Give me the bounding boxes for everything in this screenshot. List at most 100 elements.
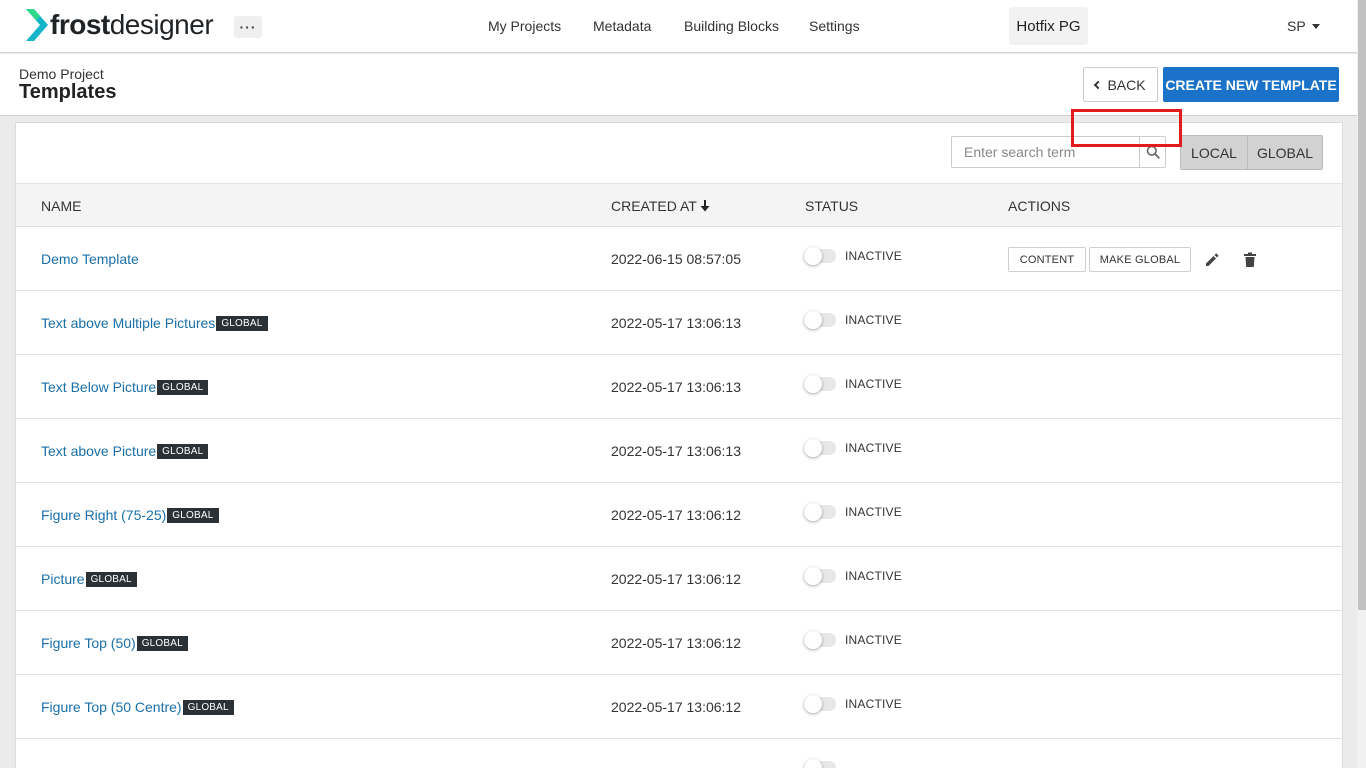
status-label: INACTIVE bbox=[845, 569, 902, 583]
table-row-partial bbox=[16, 739, 1342, 768]
created-at-cell: 2022-05-17 13:06:12 bbox=[611, 699, 741, 715]
column-header-actions: ACTIONS bbox=[1008, 198, 1071, 214]
status-toggle[interactable] bbox=[804, 695, 836, 713]
scrollbar-thumb[interactable] bbox=[1358, 0, 1366, 610]
sort-descending-icon bbox=[700, 200, 710, 212]
content-button[interactable]: CONTENT bbox=[1008, 247, 1086, 272]
table-header: NAME CREATED AT STATUS ACTIONS bbox=[16, 183, 1342, 227]
status-cell bbox=[804, 759, 836, 768]
template-name-link[interactable]: Text Below Picture bbox=[41, 379, 156, 395]
back-button[interactable]: BACK bbox=[1083, 67, 1158, 102]
status-cell: INACTIVE bbox=[804, 567, 902, 585]
user-menu[interactable]: SP bbox=[1287, 18, 1320, 34]
template-name-link[interactable]: Picture bbox=[41, 571, 85, 587]
column-header-created-at[interactable]: CREATED AT bbox=[611, 198, 710, 214]
create-new-template-button[interactable]: CREATE NEW TEMPLATE bbox=[1163, 67, 1339, 102]
nav-item-my-projects[interactable]: My Projects bbox=[488, 18, 561, 34]
status-label: INACTIVE bbox=[845, 441, 902, 455]
status-cell: INACTIVE bbox=[804, 375, 902, 393]
status-toggle[interactable] bbox=[804, 375, 836, 393]
status-label: INACTIVE bbox=[845, 633, 902, 647]
status-label: INACTIVE bbox=[845, 377, 902, 391]
global-badge: GLOBAL bbox=[157, 379, 209, 395]
created-at-cell: 2022-05-17 13:06:13 bbox=[611, 443, 741, 459]
status-cell: INACTIVE bbox=[804, 631, 902, 649]
template-name-link[interactable]: Text above Multiple Pictures bbox=[41, 315, 215, 331]
status-label: INACTIVE bbox=[845, 313, 902, 327]
status-toggle[interactable] bbox=[804, 631, 836, 649]
template-name-link[interactable]: Text above Picture bbox=[41, 443, 156, 459]
column-header-name[interactable]: NAME bbox=[41, 198, 81, 214]
status-toggle[interactable] bbox=[804, 759, 836, 768]
status-toggle[interactable] bbox=[804, 567, 836, 585]
status-label: INACTIVE bbox=[845, 697, 902, 711]
user-initials: SP bbox=[1287, 18, 1306, 34]
page-title: Templates bbox=[19, 81, 117, 103]
table-row: Figure Top (50) GLOBAL 2022-05-17 13:06:… bbox=[16, 611, 1342, 675]
created-at-cell: 2022-05-17 13:06:13 bbox=[611, 315, 741, 331]
table-row: Picture GLOBAL 2022-05-17 13:06:12 INACT… bbox=[16, 547, 1342, 611]
nav-item-metadata[interactable]: Metadata bbox=[593, 18, 651, 34]
global-badge: GLOBAL bbox=[85, 571, 137, 587]
breadcrumb[interactable]: Demo Project bbox=[19, 66, 104, 82]
status-cell: INACTIVE bbox=[804, 439, 902, 457]
template-name-cell: Figure Top (50 Centre) GLOBAL bbox=[41, 699, 234, 715]
created-at-cell: 2022-05-17 13:06:12 bbox=[611, 635, 741, 651]
status-cell: INACTIVE bbox=[804, 311, 902, 329]
logo-wordmark: frostdesigner bbox=[50, 9, 214, 40]
template-name-cell: Figure Top (50) GLOBAL bbox=[41, 635, 188, 651]
caret-down-icon bbox=[1311, 23, 1320, 29]
status-cell: INACTIVE bbox=[804, 695, 902, 713]
back-button-label: BACK bbox=[1107, 76, 1146, 93]
template-name-cell: Figure Right (75-25) GLOBAL bbox=[41, 507, 219, 523]
scope-global-button[interactable]: GLOBAL bbox=[1248, 136, 1322, 169]
created-at-cell: 2022-05-17 13:06:12 bbox=[611, 507, 741, 523]
created-at-cell: 2022-05-17 13:06:13 bbox=[611, 379, 741, 395]
global-badge: GLOBAL bbox=[182, 699, 234, 715]
search-button[interactable] bbox=[1139, 137, 1165, 167]
frost-logo-icon bbox=[26, 9, 48, 41]
search-icon bbox=[1146, 145, 1160, 159]
table-row: Demo Template 2022-06-15 08:57:05 INACTI… bbox=[16, 227, 1342, 291]
table-row: Text above Picture GLOBAL 2022-05-17 13:… bbox=[16, 419, 1342, 483]
chevron-left-icon bbox=[1094, 80, 1103, 90]
template-name-link[interactable]: Figure Top (50) bbox=[41, 635, 136, 651]
templates-card: LOCAL GLOBAL NAME CREATED AT STATUS ACTI… bbox=[15, 122, 1343, 768]
global-badge: GLOBAL bbox=[216, 315, 268, 331]
template-name-link[interactable]: Figure Top (50 Centre) bbox=[41, 699, 182, 715]
table-row: Figure Right (75-25) GLOBAL 2022-05-17 1… bbox=[16, 483, 1342, 547]
frost-designer-logo[interactable]: frostdesigner bbox=[26, 8, 214, 42]
status-toggle[interactable] bbox=[804, 503, 836, 521]
template-name-cell: Picture GLOBAL bbox=[41, 571, 137, 587]
created-at-cell: 2022-05-17 13:06:12 bbox=[611, 571, 741, 587]
make-global-button[interactable]: MAKE GLOBAL bbox=[1089, 247, 1191, 272]
template-name-link[interactable]: Demo Template bbox=[41, 251, 139, 267]
nav-item-building-blocks[interactable]: Building Blocks bbox=[684, 18, 779, 34]
more-horizontal-icon[interactable]: ··· bbox=[234, 16, 262, 38]
status-toggle[interactable] bbox=[804, 439, 836, 457]
search-box bbox=[951, 136, 1166, 168]
status-cell: INACTIVE bbox=[804, 503, 902, 521]
search-input[interactable] bbox=[952, 137, 1139, 167]
created-at-cell: 2022-06-15 08:57:05 bbox=[611, 251, 741, 267]
table-row: Text above Multiple Pictures GLOBAL 2022… bbox=[16, 291, 1342, 355]
current-project-selector[interactable]: Hotfix PG bbox=[1009, 7, 1088, 45]
template-name-cell: Text above Picture GLOBAL bbox=[41, 443, 209, 459]
column-header-status[interactable]: STATUS bbox=[805, 198, 858, 214]
table-row: Figure Top (50 Centre) GLOBAL 2022-05-17… bbox=[16, 675, 1342, 739]
scope-local-button[interactable]: LOCAL bbox=[1181, 136, 1248, 169]
table-row: Text Below Picture GLOBAL 2022-05-17 13:… bbox=[16, 355, 1342, 419]
edit-icon[interactable] bbox=[1202, 250, 1222, 270]
page-scrollbar[interactable] bbox=[1357, 0, 1366, 768]
template-name-cell: Demo Template bbox=[41, 251, 139, 267]
trash-icon[interactable] bbox=[1240, 250, 1260, 270]
status-toggle[interactable] bbox=[804, 247, 836, 265]
status-label: INACTIVE bbox=[845, 505, 902, 519]
nav-item-settings[interactable]: Settings bbox=[809, 18, 860, 34]
template-name-link[interactable]: Figure Right (75-25) bbox=[41, 507, 166, 523]
status-label: INACTIVE bbox=[845, 249, 902, 263]
global-badge: GLOBAL bbox=[167, 507, 219, 523]
page-header: Demo Project Templates BACK CREATE NEW T… bbox=[0, 54, 1357, 116]
status-toggle[interactable] bbox=[804, 311, 836, 329]
scope-toggle: LOCAL GLOBAL bbox=[1180, 135, 1323, 170]
